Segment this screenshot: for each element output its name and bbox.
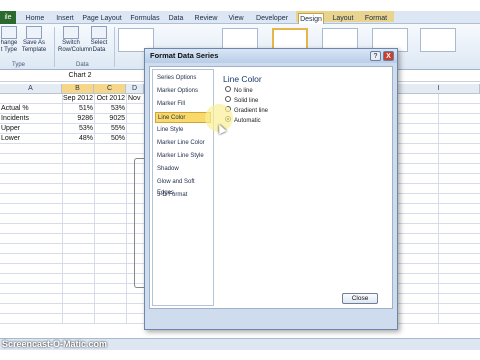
option-label: Gradient line [234,108,269,114]
chart-style-swatch[interactable] [420,28,456,52]
change-chart-type-button[interactable]: hange t Type [0,26,18,54]
nav-shadow[interactable]: Shadow [155,164,211,175]
format-data-series-dialog: Format Data Series ? X Series Options Ma… [144,48,398,330]
tab-insert[interactable]: Insert [52,13,78,24]
nav-marker-fill[interactable]: Marker Fill [155,99,211,110]
data-cell[interactable]: 9286 [62,114,94,124]
nav-glow-soft-edges[interactable]: Glow and Soft Edges [155,177,211,196]
row-label-cell[interactable]: Upper [0,124,62,134]
select-data-icon [91,26,107,39]
nav-marker-line-color[interactable]: Marker Line Color [155,138,211,149]
column-header-c[interactable]: C [94,84,126,94]
radio-icon [225,96,231,103]
switch-row-column-button[interactable]: Switch Row/Column [58,26,92,54]
tab-page-layout[interactable]: Page Layout [82,13,122,24]
data-cell[interactable]: 48% [62,134,94,144]
nav-series-options[interactable]: Series Options [155,73,211,84]
ribbon-separator [114,27,115,67]
option-no-line[interactable]: No line [225,86,253,96]
tab-formulas[interactable]: Formulas [128,13,162,24]
excel-window: ile Home Insert Page Layout Formulas Dat… [0,0,480,360]
close-button[interactable]: Close [342,293,378,304]
recorder-watermark: Screencast-O-Matic.com [2,339,108,349]
data-cell[interactable]: 53% [94,104,126,114]
chart-type-icon [1,26,17,39]
category-list: Series Options Marker Options Marker Fil… [152,69,214,306]
tab-format[interactable]: Format [362,13,390,24]
column-header-d[interactable]: D [126,84,144,94]
panel-title: Line Color [223,74,262,84]
change-chart-type-label: hange t Type [0,40,18,53]
tab-data[interactable]: Data [166,13,186,24]
nav-line-color[interactable]: Line Color [155,112,211,123]
template-icon [26,26,42,39]
nav-3d-format[interactable]: 3-D Format [155,190,211,201]
option-solid-line[interactable]: Solid line [225,96,259,106]
data-cell[interactable]: 9025 [94,114,126,124]
save-as-template-label: Save As Template [21,40,47,53]
ribbon-separator [54,27,55,67]
group-label-type: Type [12,62,26,68]
data-cell[interactable]: 51% [62,104,94,114]
tab-layout[interactable]: Layout [330,13,356,24]
help-icon[interactable]: ? [370,51,381,61]
ribbon-tabs: ile Home Insert Page Layout Formulas Dat… [0,11,480,24]
row-label-cell[interactable]: Incidents [0,114,62,124]
row-label-cell[interactable]: Lower [0,134,62,144]
tab-home[interactable]: Home [20,13,50,24]
nav-marker-line-style[interactable]: Marker Line Style [155,151,211,162]
tab-design[interactable]: Design [298,13,324,24]
tab-developer[interactable]: Developer [252,13,292,24]
switch-icon [63,26,79,39]
line-color-panel: Line Color No line Solid line Gradient l… [218,69,390,306]
row-label-cell[interactable]: Actual % [0,104,62,114]
option-label: Automatic [234,118,261,124]
select-data-label: Select Data [90,40,108,53]
close-icon[interactable]: X [383,51,394,61]
dialog-title-bar[interactable]: Format Data Series ? X [145,49,397,63]
data-cell[interactable]: 50% [94,134,126,144]
tab-view[interactable]: View [226,13,246,24]
option-label: No line [234,88,253,94]
header-cell[interactable]: Sep 2012 [62,94,94,104]
header-cell[interactable]: Oct 2012 [94,94,126,104]
save-as-template-button[interactable]: Save As Template [20,26,48,54]
nav-line-style[interactable]: Line Style [155,125,211,136]
option-label: Solid line [234,98,259,104]
nav-marker-options[interactable]: Marker Options [155,86,211,97]
name-box[interactable]: Chart 2 [60,71,100,81]
column-header-a[interactable]: A [0,84,62,94]
radio-icon [225,86,231,93]
dialog-title: Format Data Series [150,51,219,60]
dialog-body: Series Options Marker Options Marker Fil… [149,66,393,309]
select-data-button[interactable]: Select Data [88,26,110,54]
data-cell[interactable]: 55% [94,124,126,134]
data-cell[interactable]: 53% [62,124,94,134]
tab-file[interactable]: ile [0,11,16,24]
column-header-i[interactable]: I [398,84,480,94]
tab-review[interactable]: Review [192,13,220,24]
column-header-b[interactable]: B [62,84,94,94]
group-label-data: Data [76,62,89,68]
